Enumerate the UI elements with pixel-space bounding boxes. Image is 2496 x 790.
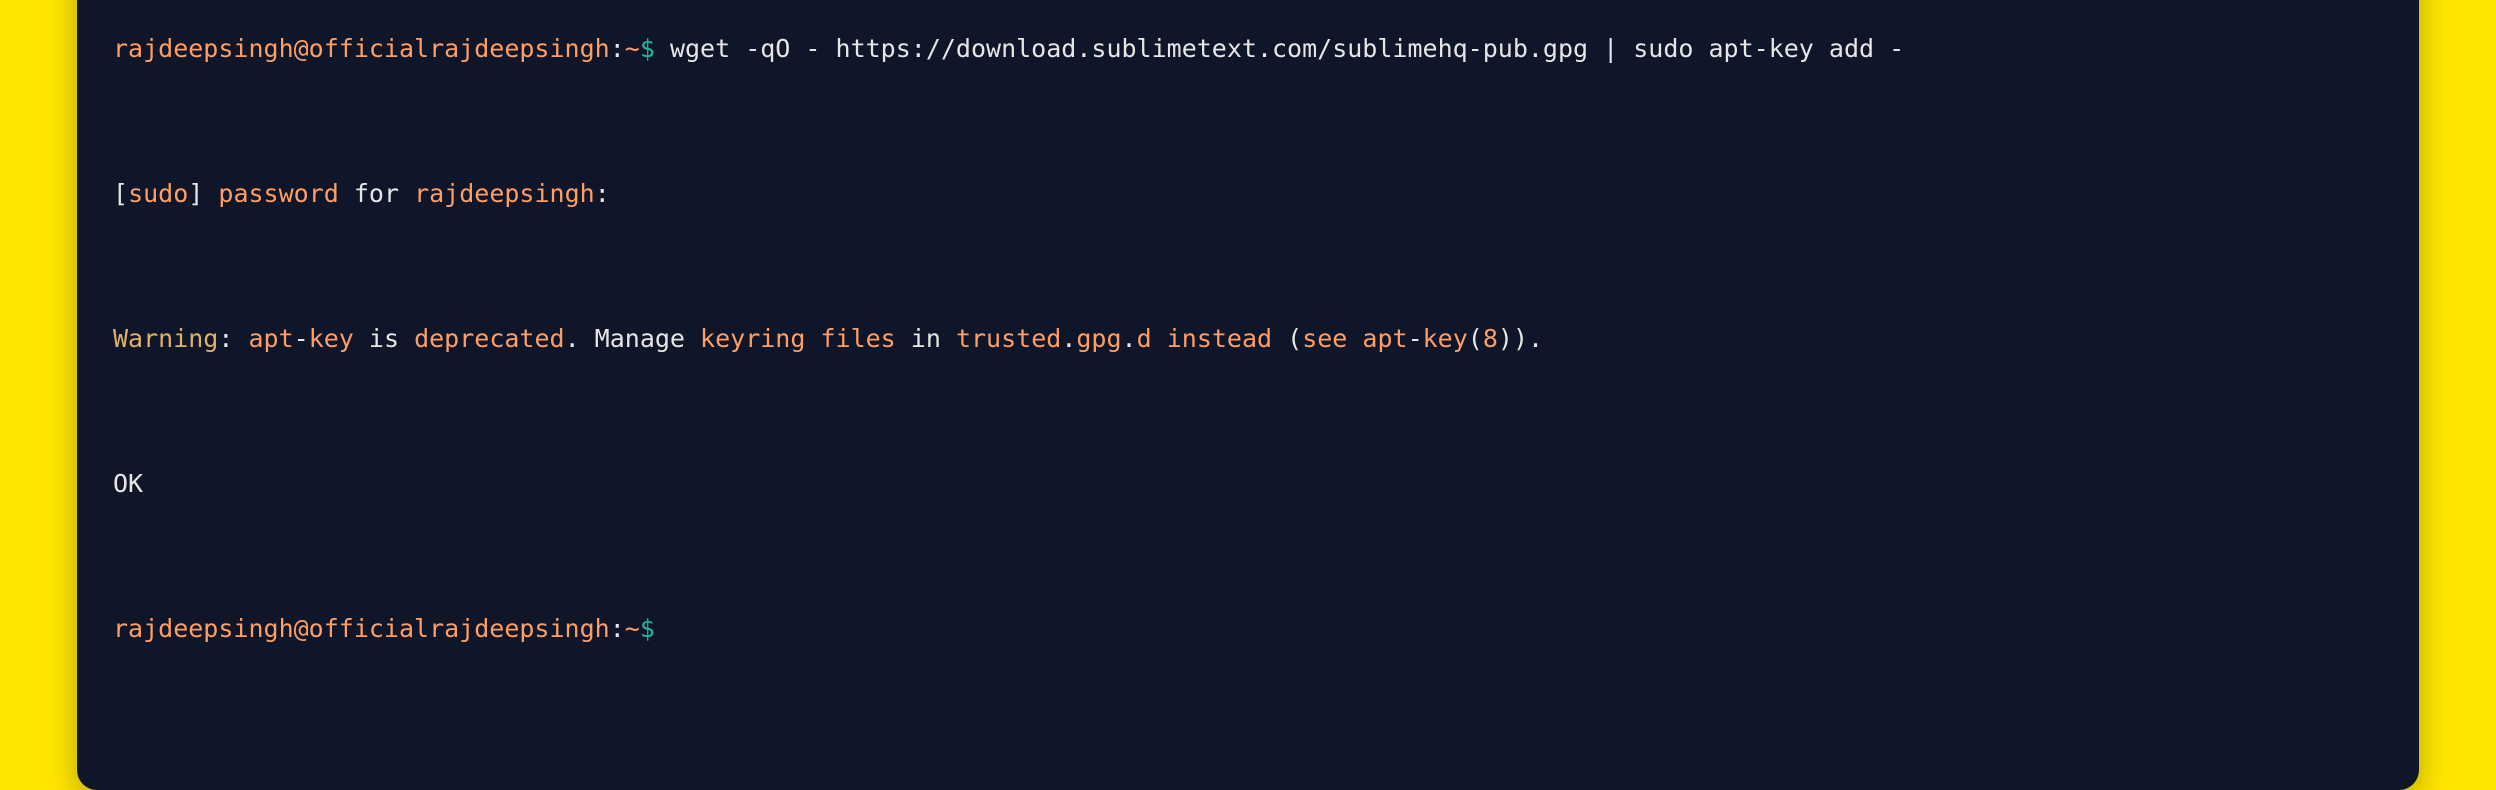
terminal-body[interactable]: rajdeepsingh@officialrajdeepsingh:~$ wge… (113, 0, 2383, 720)
prompt-dollar: $ (640, 614, 655, 643)
terminal-line: OK (113, 466, 2383, 502)
terminal-line: rajdeepsingh@officialrajdeepsingh:~$ (113, 611, 2383, 647)
prompt-path: ~ (625, 34, 640, 63)
prompt-path: ~ (625, 614, 640, 643)
prompt-user-host: rajdeepsingh@officialrajdeepsingh (113, 34, 610, 63)
terminal-line: [sudo] password for rajdeepsingh: (113, 176, 2383, 212)
prompt-sep: : (610, 614, 625, 643)
terminal-line: Warning: apt-key is deprecated. Manage k… (113, 321, 2383, 357)
prompt-user-host: rajdeepsingh@officialrajdeepsingh (113, 614, 610, 643)
prompt-sep: : (610, 34, 625, 63)
terminal-window: rajdeepsingh@officialrajdeepsingh:~$ wge… (77, 0, 2419, 790)
prompt-space (655, 34, 670, 63)
terminal-line: rajdeepsingh@officialrajdeepsingh:~$ wge… (113, 31, 2383, 67)
prompt-dollar: $ (640, 34, 655, 63)
ok-output: OK (113, 469, 143, 498)
command-text: wget -qO - https://download.sublimetext.… (670, 34, 1904, 63)
